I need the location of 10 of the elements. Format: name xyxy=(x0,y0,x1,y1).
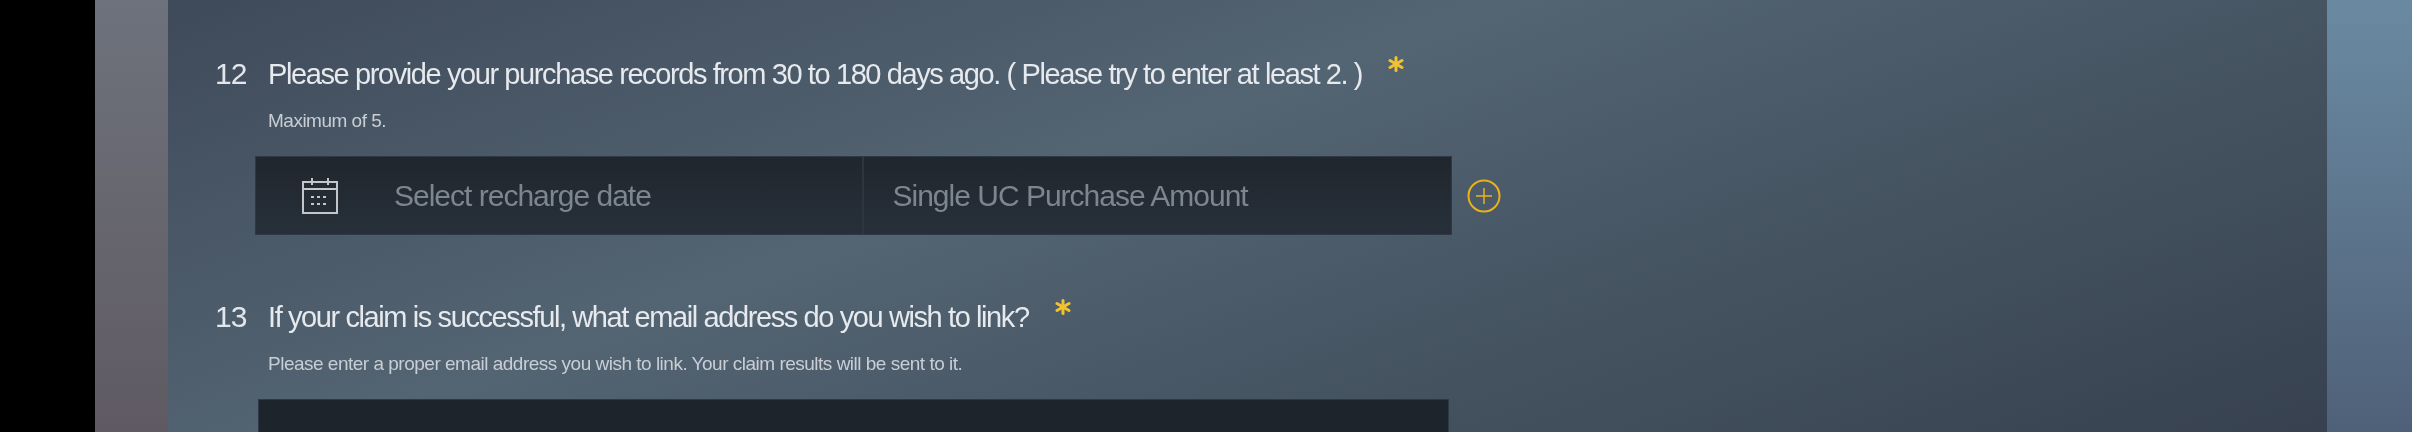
date-field[interactable]: Select recharge date xyxy=(392,177,812,214)
question-title: Please provide your purchase records from 30 to 180 days ago. ( Please try to enter at least 2. ) xyxy=(268,57,1363,92)
calendar-icon xyxy=(301,176,339,215)
question-number: 13 xyxy=(215,299,248,335)
add-icon[interactable] xyxy=(1467,178,1501,213)
question-note: Please enter a proper email address you wish to link. Your claim results will be sent to it. xyxy=(268,353,964,375)
amount-field[interactable]: Single UC Purchase Amount xyxy=(890,177,1311,214)
question-number: 12 xyxy=(215,56,248,92)
question-note: Maximum of 5. xyxy=(268,110,388,132)
question-title: If your claim is successful, what email address do you wish to link? xyxy=(268,300,1029,335)
